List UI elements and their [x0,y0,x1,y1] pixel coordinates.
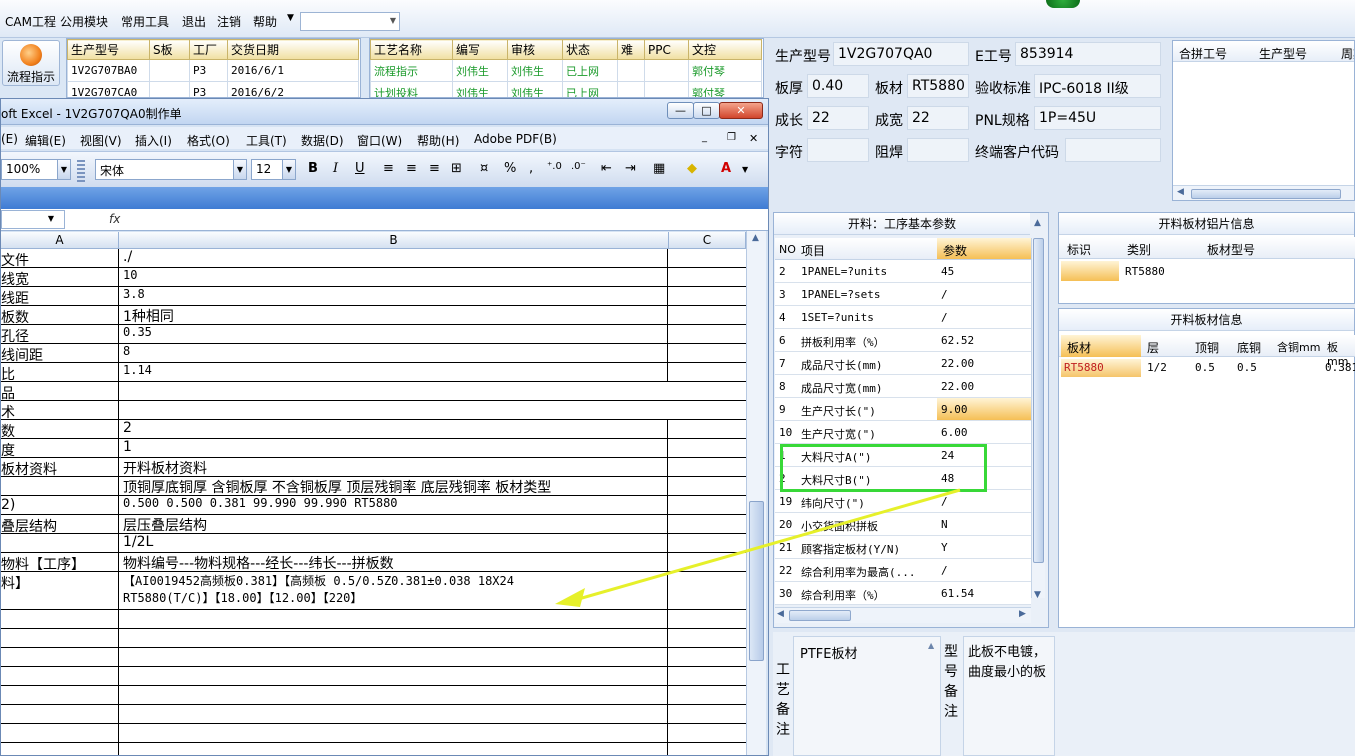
arrow-head [555,588,585,607]
annotation-arrow [555,488,961,607]
arrow-shaft [574,488,961,602]
